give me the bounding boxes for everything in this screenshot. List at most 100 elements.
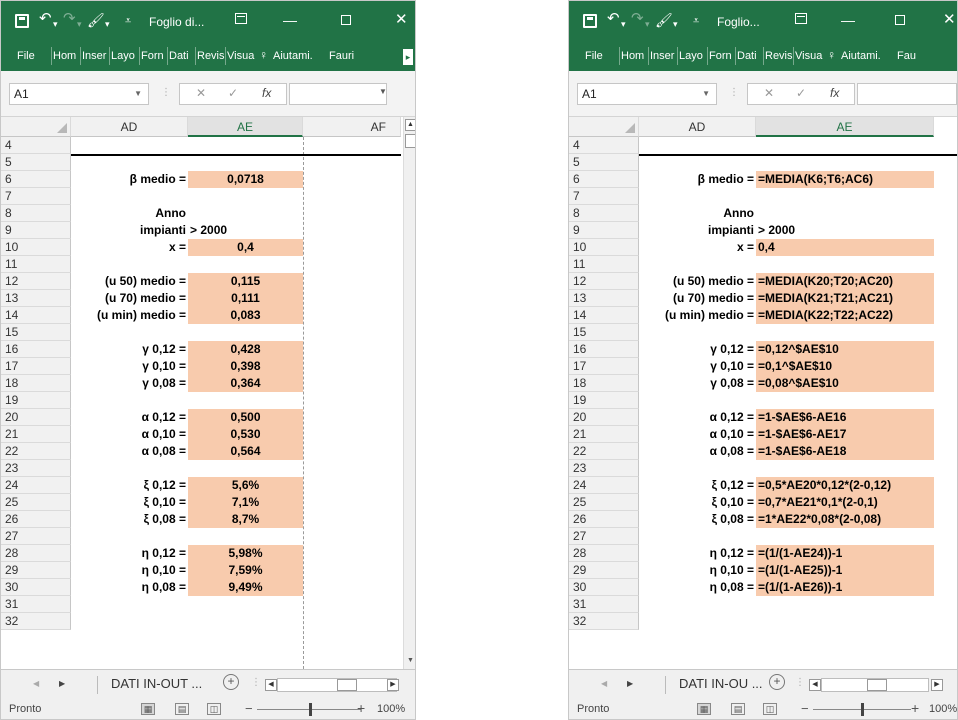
zoom-level[interactable]: 100% (929, 703, 957, 715)
row-header[interactable]: 17 (569, 358, 639, 375)
ribbon-tab-5[interactable]: Dati (169, 49, 195, 63)
row-header[interactable]: 23 (569, 460, 639, 477)
fx-icon[interactable]: fx (830, 86, 839, 100)
row-header[interactable]: 21 (1, 426, 71, 443)
row-header[interactable]: 19 (1, 392, 71, 409)
scroll-up-icon[interactable]: ▲ (405, 119, 415, 131)
user-account[interactable]: Fauri (329, 49, 363, 63)
row-header[interactable]: 22 (569, 443, 639, 460)
row-value[interactable]: =(1/(1-AE25))-1 (756, 562, 936, 579)
row-value[interactable]: 0,530 (188, 426, 303, 443)
formula-input[interactable] (857, 83, 957, 105)
row-header[interactable]: 24 (1, 477, 71, 494)
row-label[interactable]: ξ 0,10 = (639, 494, 756, 511)
row-header[interactable]: 9 (1, 222, 71, 239)
ribbon-tab-3[interactable]: Layo (679, 49, 707, 63)
row-value[interactable]: =MEDIA(K6;T6;AC6) (756, 171, 936, 188)
row-header[interactable]: 30 (1, 579, 71, 596)
row-header[interactable]: 25 (569, 494, 639, 511)
page-break-view-icon[interactable]: ◫ (207, 703, 221, 715)
row-value[interactable]: =0,12^$AE$10 (756, 341, 936, 358)
redo-dropdown-icon[interactable]: ▾ (77, 15, 82, 33)
row-label[interactable]: α 0,08 = (71, 443, 188, 460)
row-header[interactable]: 28 (1, 545, 71, 562)
close-icon[interactable]: ✕ (395, 11, 408, 29)
vertical-scrollbar[interactable]: ▲▼ (403, 117, 415, 669)
maximize-icon[interactable] (895, 15, 905, 25)
row-header[interactable]: 5 (1, 154, 71, 171)
row-label[interactable]: (u 50) medio = (71, 273, 188, 290)
normal-view-icon[interactable]: ▦ (697, 703, 711, 715)
undo-dropdown-icon[interactable]: ▾ (621, 15, 626, 33)
row-label[interactable]: ξ 0,12 = (71, 477, 188, 494)
cancel-icon[interactable]: ✕ (764, 86, 774, 100)
row-header[interactable]: 11 (1, 256, 71, 273)
row-header[interactable]: 23 (1, 460, 71, 477)
scroll-down-icon[interactable]: ▼ (405, 655, 415, 667)
row-label[interactable]: x = (639, 239, 756, 256)
row-header[interactable]: 4 (569, 137, 639, 154)
expand-formula-icon[interactable]: ▼ (379, 87, 387, 96)
row-header[interactable]: 13 (569, 290, 639, 307)
row-label[interactable]: Anno (639, 205, 756, 222)
column-header-af[interactable]: AF (303, 117, 401, 137)
row-header[interactable]: 15 (569, 324, 639, 341)
customize-toolbar-icon[interactable]: ⩡ (125, 12, 131, 30)
row-header[interactable]: 6 (1, 171, 71, 188)
row-label[interactable]: γ 0,10 = (639, 358, 756, 375)
row-value[interactable]: 7,1% (188, 494, 303, 511)
enter-icon[interactable]: ✓ (796, 86, 806, 100)
row-header[interactable]: 4 (1, 137, 71, 154)
undo-icon[interactable]: ↶ (607, 10, 620, 28)
row-value[interactable]: > 2000 (188, 222, 368, 239)
ribbon-tab-2[interactable]: Inser (650, 49, 678, 63)
row-header[interactable]: 5 (569, 154, 639, 171)
row-header[interactable]: 7 (1, 188, 71, 205)
column-header-ad[interactable]: AD (71, 117, 188, 137)
ribbon-tab-0[interactable]: File (17, 49, 41, 63)
row-value[interactable]: 5,6% (188, 477, 303, 494)
row-header[interactable]: 16 (569, 341, 639, 358)
row-header[interactable]: 13 (1, 290, 71, 307)
row-header[interactable]: 26 (569, 511, 639, 528)
format-dropdown-icon[interactable]: ▾ (673, 15, 678, 33)
format-painter-icon[interactable]: 🖌 (87, 11, 105, 29)
row-value[interactable]: 9,49% (188, 579, 303, 596)
ribbon-tab-3[interactable]: Layo (111, 49, 139, 63)
row-label[interactable]: γ 0,08 = (639, 375, 756, 392)
row-label[interactable]: α 0,12 = (639, 409, 756, 426)
redo-icon[interactable]: ↷ (63, 10, 76, 28)
minimize-icon[interactable]: — (841, 11, 855, 29)
zoom-in-icon[interactable]: + (911, 700, 919, 716)
cancel-icon[interactable]: ✕ (196, 86, 206, 100)
ribbon-tab-6[interactable]: Revis (197, 49, 225, 63)
row-label[interactable]: ξ 0,08 = (639, 511, 756, 528)
row-value[interactable]: 0,083 (188, 307, 303, 324)
row-header[interactable]: 10 (1, 239, 71, 256)
row-label[interactable]: x = (71, 239, 188, 256)
row-value[interactable]: 0,4 (756, 239, 936, 256)
sheet-tab[interactable]: DATI IN-OU ... (679, 675, 763, 693)
row-header[interactable]: 12 (1, 273, 71, 290)
ribbon-tab-6[interactable]: Revis (765, 49, 793, 63)
ribbon-tab-4[interactable]: Forn (141, 49, 167, 63)
format-dropdown-icon[interactable]: ▾ (105, 15, 110, 33)
row-header[interactable]: 20 (1, 409, 71, 426)
ribbon-tab-1[interactable]: Hom (621, 49, 649, 63)
row-header[interactable]: 8 (569, 205, 639, 222)
row-header[interactable]: 31 (569, 596, 639, 613)
row-label[interactable]: η 0,08 = (71, 579, 188, 596)
row-header[interactable]: 8 (1, 205, 71, 222)
row-value[interactable]: =1-$AE$6-AE18 (756, 443, 936, 460)
row-header[interactable]: 27 (1, 528, 71, 545)
row-value[interactable]: =MEDIA(K20;T20;AC20) (756, 273, 936, 290)
resize-handle-icon[interactable]: ⋮ (729, 87, 739, 98)
row-label[interactable]: impianti (639, 222, 756, 239)
row-label[interactable]: η 0,12 = (639, 545, 756, 562)
name-box[interactable]: A1 ▼ (9, 83, 149, 105)
row-header[interactable]: 32 (1, 613, 71, 630)
formula-input[interactable] (289, 83, 387, 105)
row-label[interactable]: γ 0,12 = (639, 341, 756, 358)
row-value[interactable]: 0,398 (188, 358, 303, 375)
user-account[interactable]: Fau (897, 49, 957, 63)
